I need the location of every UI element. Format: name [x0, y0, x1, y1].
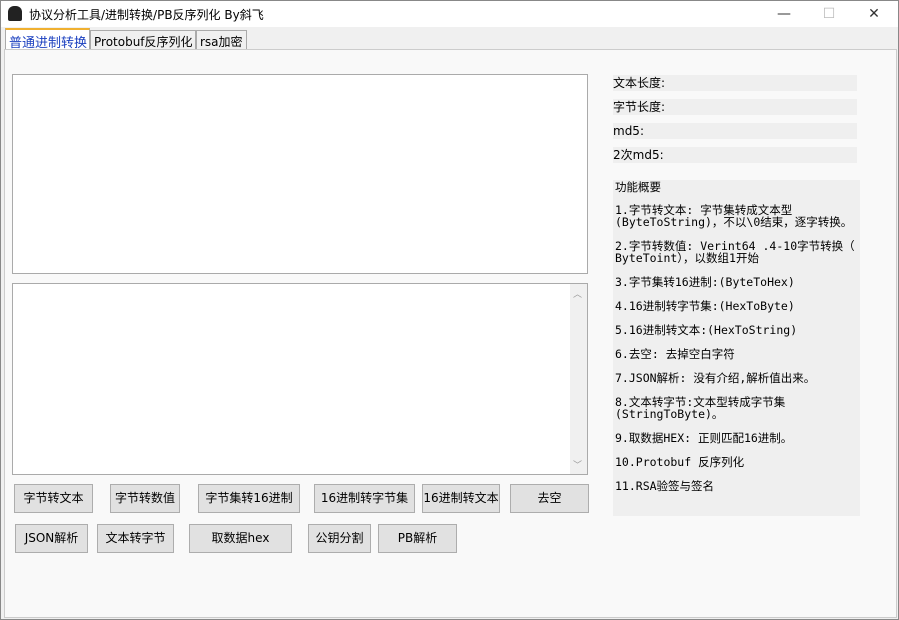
extract-hex-button[interactable]: 取数据hex	[189, 524, 292, 553]
text-length-label: 文本长度:	[613, 75, 857, 91]
pb-parse-button[interactable]: PB解析	[378, 524, 457, 553]
summary-title: 功能概要	[615, 180, 661, 194]
summary-item: 7.JSON解析: 没有介绍,解析值出来。	[615, 371, 816, 385]
tab-panel: ︿ ﹀ 文本长度: 字节长度: md5: 2次md5: 功能概要 1.字节转文本:…	[4, 49, 897, 618]
hex-to-bytes-button[interactable]: 16进制转字节集	[314, 484, 415, 513]
bytes-to-number-button[interactable]: 字节转数值	[110, 484, 180, 513]
md5-twice-label: 2次md5:	[613, 147, 857, 163]
input-textbox[interactable]	[12, 74, 588, 274]
app-icon	[8, 6, 22, 21]
maximize-button[interactable]: ☐	[806, 1, 852, 27]
bytes-to-hex-button[interactable]: 字节集转16进制	[198, 484, 300, 513]
summary-item: 11.RSA验签与签名	[615, 479, 715, 493]
summary-item: 4.16进制转字节集:(HexToByte)	[615, 299, 795, 313]
split-public-key-button[interactable]: 公钥分割	[308, 524, 371, 553]
tab-protobuf[interactable]: Protobuf反序列化	[90, 30, 196, 50]
summary-item: 10.Protobuf 反序列化	[615, 455, 745, 469]
output-textbox[interactable]: ︿ ﹀	[12, 283, 588, 475]
window-title: 协议分析工具/进制转换/PB反序列化 By斜飞	[29, 8, 264, 22]
close-button[interactable]: ✕	[851, 1, 897, 27]
summary-item: 3.字节集转16进制:(ByteToHex)	[615, 275, 795, 289]
text-to-bytes-button[interactable]: 文本转字节	[97, 524, 174, 553]
hex-to-text-button[interactable]: 16进制转文本	[422, 484, 500, 513]
trim-whitespace-button[interactable]: 去空	[510, 484, 589, 513]
scroll-up-icon[interactable]: ︿	[573, 287, 582, 300]
bytes-to-text-button[interactable]: 字节转文本	[14, 484, 93, 513]
summary-item: 2.字节转数值: Verint64 .4-10字节转换（ ByteToint），…	[615, 239, 855, 265]
summary-item: 9.取数据HEX: 正则匹配16进制。	[615, 431, 793, 445]
minimize-button[interactable]: —	[761, 1, 807, 27]
summary-item: 6.去空: 去掉空白字符	[615, 347, 735, 361]
output-scrollbar[interactable]: ︿ ﹀	[570, 284, 587, 474]
json-parse-button[interactable]: JSON解析	[15, 524, 88, 553]
byte-length-label: 字节长度:	[613, 99, 857, 115]
summary-item: 5.16进制转文本:(HexToString)	[615, 323, 798, 337]
feature-summary: 功能概要 1.字节转文本: 字节集转成文本型 (ByteToString)，不以…	[613, 180, 860, 516]
scroll-down-icon[interactable]: ﹀	[573, 458, 582, 471]
tab-rsa[interactable]: rsa加密	[196, 30, 247, 50]
summary-item: 8.文本转字节:文本型转成字节集 (StringToByte)。	[615, 395, 786, 421]
app-window: 协议分析工具/进制转换/PB反序列化 By斜飞 — ☐ ✕ 普通进制转换 Pro…	[0, 0, 899, 620]
md5-label: md5:	[613, 123, 857, 139]
summary-item: 1.字节转文本: 字节集转成文本型 (ByteToString)，不以\0结束，…	[615, 203, 853, 229]
tab-base-conversion[interactable]: 普通进制转换	[5, 28, 90, 51]
title-bar: 协议分析工具/进制转换/PB反序列化 By斜飞 — ☐ ✕	[1, 1, 898, 27]
